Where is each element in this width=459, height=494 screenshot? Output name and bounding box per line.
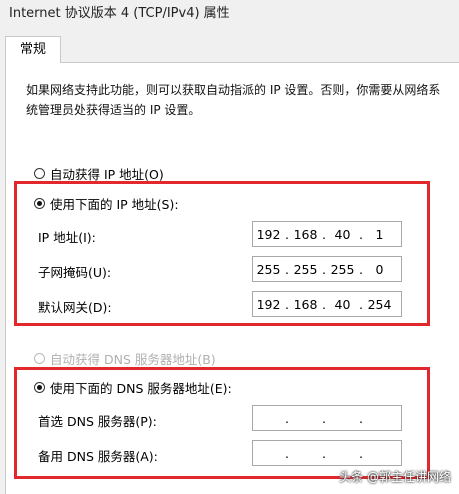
alternate-dns-input[interactable]: . . . xyxy=(252,440,402,466)
description-text: 如果网络支持此功能，则可以获取自动指派的 IP 设置。否则，你需要从网络系统管理… xyxy=(26,83,441,117)
octet: 192 xyxy=(256,226,281,242)
octet: 255 xyxy=(256,261,281,277)
dot: . xyxy=(322,445,326,461)
radio-auto-dns[interactable]: 自动获得 DNS 服务器地址(B) xyxy=(34,349,216,368)
octet: 168 xyxy=(293,226,318,242)
subnet-mask-label: 子网掩码(U): xyxy=(38,265,112,280)
ip-address-label: IP 地址(I): xyxy=(38,230,96,245)
radio-checked-icon xyxy=(34,198,45,209)
preferred-dns-label: 首选 DNS 服务器(P): xyxy=(38,414,157,429)
octet: 40 xyxy=(334,296,351,312)
octet: 254 xyxy=(367,296,392,312)
default-gateway-label: 默认网关(D): xyxy=(38,300,112,315)
radio-circle-icon xyxy=(34,353,45,364)
dot: . xyxy=(359,445,363,461)
radio-auto-dns-label: 自动获得 DNS 服务器地址(B) xyxy=(50,352,216,367)
dot: . xyxy=(359,410,363,426)
window-title: Internet 协议版本 4 (TCP/IPv4) 属性 xyxy=(9,6,230,21)
dot: . xyxy=(285,445,289,461)
radio-manual-dns-label: 使用下面的 DNS 服务器地址(E): xyxy=(50,381,232,396)
dot: . xyxy=(322,410,326,426)
alternate-dns-label: 备用 DNS 服务器(A): xyxy=(38,449,158,464)
radio-manual-ip[interactable]: 使用下面的 IP 地址(S): xyxy=(34,194,179,213)
default-gateway-input[interactable]: 192. 168. 40. 254 xyxy=(252,291,402,317)
octet: 168 xyxy=(293,296,318,312)
tab-general[interactable]: 常规 xyxy=(5,36,61,63)
octet: 40 xyxy=(334,226,351,242)
ip-address-input[interactable]: 192. 168. 40. 1 xyxy=(252,221,402,247)
octet: 255 xyxy=(293,261,318,277)
radio-manual-dns[interactable]: 使用下面的 DNS 服务器地址(E): xyxy=(34,378,232,397)
octet: 255 xyxy=(330,261,355,277)
watermark-text: 头条 @郭主任讲网络 xyxy=(339,470,451,484)
dot: . xyxy=(285,410,289,426)
octet: 0 xyxy=(375,261,384,277)
octet: 192 xyxy=(256,296,281,312)
preferred-dns-input[interactable]: . . . xyxy=(252,405,402,431)
radio-manual-ip-label: 使用下面的 IP 地址(S): xyxy=(50,197,179,212)
radio-circle-icon xyxy=(34,168,45,179)
radio-checked-icon xyxy=(34,382,45,393)
subnet-mask-input[interactable]: 255. 255. 255. 0 xyxy=(252,256,402,282)
octet: 1 xyxy=(375,226,384,242)
